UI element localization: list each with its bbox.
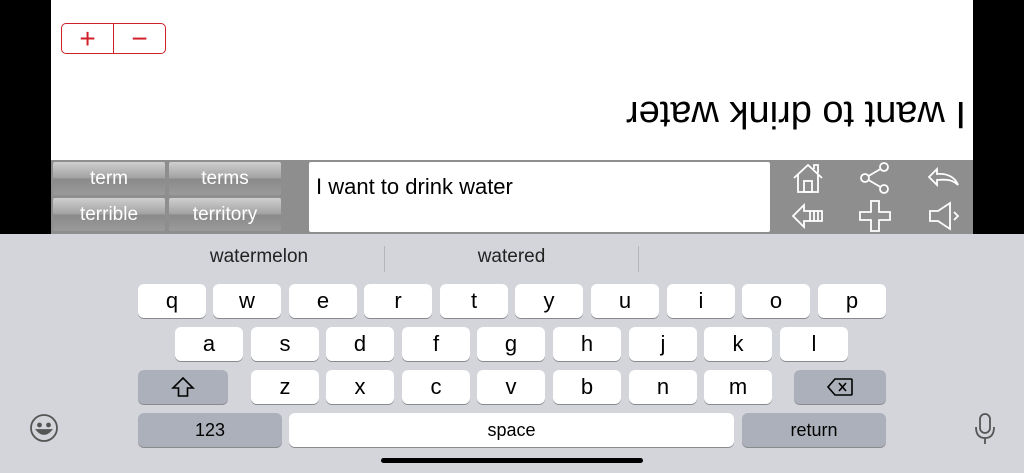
key-f[interactable]: f [402, 327, 470, 361]
key-b[interactable]: b [553, 370, 621, 404]
numbers-key[interactable]: 123 [138, 413, 282, 447]
suggestion-empty[interactable] [639, 242, 889, 272]
backspace-icon[interactable] [790, 198, 826, 234]
key-s[interactable]: s [251, 327, 319, 361]
space-key[interactable]: space [289, 413, 734, 447]
suggestion-watermelon[interactable]: watermelon [134, 242, 384, 272]
key-z[interactable]: z [251, 370, 319, 404]
delete-icon [826, 378, 853, 396]
suggestion-watered[interactable]: watered [385, 242, 638, 272]
home-icon[interactable] [790, 160, 826, 196]
emoji-icon[interactable] [28, 412, 60, 444]
key-q[interactable]: q [138, 284, 206, 318]
key-a[interactable]: a [175, 327, 243, 361]
return-key[interactable]: return [742, 413, 886, 447]
keyboard: watermelon watered q w e r t y u i o p a… [0, 234, 1024, 473]
prediction-terms[interactable]: terms [169, 162, 281, 195]
key-n[interactable]: n [629, 370, 697, 404]
undo-icon[interactable] [925, 160, 961, 196]
key-e[interactable]: e [289, 284, 357, 318]
zoom-control: + − [61, 23, 166, 54]
key-y[interactable]: y [515, 284, 583, 318]
zoom-out-button[interactable]: − [113, 24, 165, 53]
add-icon[interactable] [857, 198, 893, 234]
home-indicator[interactable] [381, 458, 643, 463]
shift-icon [171, 376, 195, 397]
microphone-icon[interactable] [972, 412, 998, 446]
prediction-term[interactable]: term [53, 162, 165, 195]
key-g[interactable]: g [477, 327, 545, 361]
key-t[interactable]: t [440, 284, 508, 318]
key-i[interactable]: i [667, 284, 735, 318]
key-k[interactable]: k [704, 327, 772, 361]
word-predictions: term terms terrible territory [51, 160, 283, 234]
app-area: + − I want to drink water term terms ter… [51, 0, 973, 234]
key-j[interactable]: j [629, 327, 697, 361]
prediction-terrible[interactable]: terrible [53, 198, 165, 231]
key-x[interactable]: x [326, 370, 394, 404]
zoom-in-button[interactable]: + [62, 24, 113, 53]
key-o[interactable]: o [742, 284, 810, 318]
key-h[interactable]: h [553, 327, 621, 361]
speaker-icon[interactable] [925, 198, 961, 234]
key-p[interactable]: p [818, 284, 886, 318]
prediction-territory[interactable]: territory [169, 198, 281, 231]
key-d[interactable]: d [326, 327, 394, 361]
key-l[interactable]: l [780, 327, 848, 361]
share-icon[interactable] [857, 160, 893, 196]
delete-key[interactable] [794, 370, 886, 404]
shift-key[interactable] [138, 370, 228, 404]
key-c[interactable]: c [402, 370, 470, 404]
message-text-box[interactable]: I want to drink water [309, 162, 770, 232]
key-w[interactable]: w [213, 284, 281, 318]
key-m[interactable]: m [704, 370, 772, 404]
key-u[interactable]: u [591, 284, 659, 318]
flipped-display-text: I want to drink water [625, 93, 966, 135]
key-r[interactable]: r [364, 284, 432, 318]
key-v[interactable]: v [477, 370, 545, 404]
toolbar: term terms terrible territory I want to … [51, 160, 973, 234]
